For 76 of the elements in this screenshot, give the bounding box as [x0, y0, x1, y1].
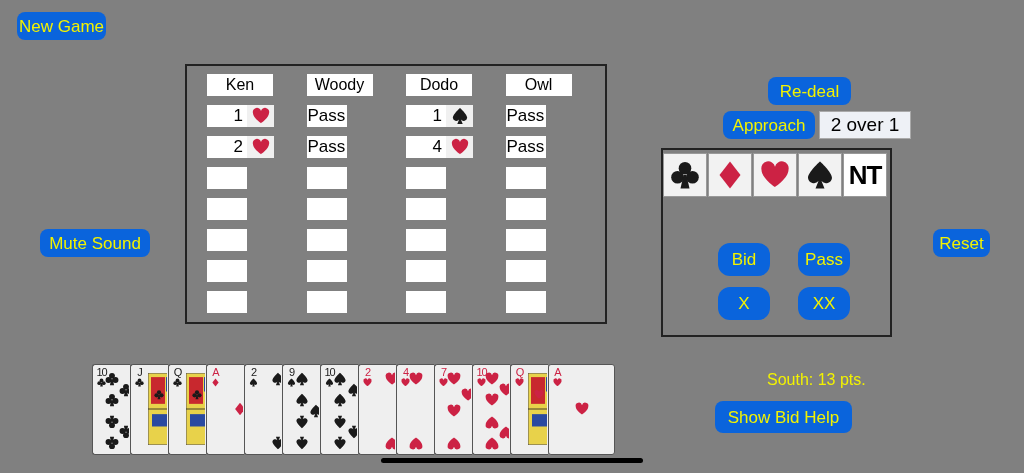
- card-rank: 9: [288, 366, 295, 378]
- heart-icon: [363, 378, 372, 387]
- spade-icon: [450, 107, 469, 125]
- bid-level: 1: [431, 105, 443, 127]
- call-button[interactable]: X: [718, 287, 770, 320]
- player-name: Ken: [207, 74, 273, 96]
- card-rank: 10: [476, 366, 487, 378]
- bid-level: 4: [431, 136, 443, 158]
- call-cell: Pass: [306, 136, 347, 158]
- heart-icon: [401, 378, 410, 387]
- heart-icon: [450, 138, 469, 156]
- notrump-button[interactable]: NT: [843, 153, 887, 197]
- mute-sound-button[interactable]: Mute Sound: [40, 229, 150, 257]
- face-card-art-drawing: [528, 373, 547, 445]
- card-pips-drawing: [575, 402, 589, 416]
- playing-card[interactable]: 2: [244, 364, 282, 455]
- diamond-icon: [211, 378, 220, 387]
- card-rank: A: [212, 366, 219, 378]
- player-name: Woody: [306, 74, 373, 96]
- call-button[interactable]: XX: [798, 287, 850, 320]
- club-icon: [173, 378, 182, 387]
- spade-icon: [249, 378, 258, 387]
- points-text: South: 13 pts.: [767, 370, 866, 390]
- playing-card[interactable]: 2: [358, 364, 396, 455]
- playing-card[interactable]: J: [130, 364, 168, 455]
- bid-level: 2: [232, 136, 244, 158]
- heart-icon: [251, 107, 270, 125]
- card-rank: 4: [402, 366, 409, 378]
- playing-card[interactable]: 10: [92, 364, 130, 455]
- card-rank: A: [554, 366, 561, 378]
- spade-icon: [805, 159, 835, 191]
- heart-icon: [515, 378, 524, 387]
- heart-icon: [553, 378, 562, 387]
- spade-icon: [287, 378, 296, 387]
- club-icon: [670, 159, 700, 191]
- playing-card[interactable]: 7: [434, 364, 472, 455]
- approach-field[interactable]: 2 over 1: [819, 111, 911, 139]
- playing-card[interactable]: A: [548, 364, 615, 455]
- call-cell: Pass: [306, 105, 347, 127]
- card-rank: 2: [364, 366, 371, 378]
- playing-card[interactable]: A: [206, 364, 244, 455]
- bid-help-button[interactable]: Show Bid Help: [715, 401, 852, 433]
- call-button[interactable]: Pass: [798, 243, 850, 276]
- playing-card[interactable]: 9: [282, 364, 320, 455]
- face-card-art-drawing: [148, 373, 167, 445]
- suit-button[interactable]: [798, 153, 842, 197]
- player-name: Owl: [505, 74, 572, 96]
- face-card-art-drawing: [186, 373, 205, 445]
- heart-icon: [251, 138, 270, 156]
- card-rank: 2: [250, 366, 257, 378]
- heart-icon: [439, 378, 448, 387]
- call-button[interactable]: Bid: [718, 243, 770, 276]
- call-cell: Pass: [505, 136, 546, 158]
- card-rank: Q: [173, 366, 182, 378]
- playing-card[interactable]: 4: [396, 364, 434, 455]
- approach-button[interactable]: Approach: [723, 111, 815, 139]
- bid-level: 1: [232, 105, 244, 127]
- card-rank: 10: [324, 366, 335, 378]
- redeal-button[interactable]: Re-deal: [768, 77, 851, 105]
- spade-icon: [325, 378, 334, 387]
- card-rank: 10: [96, 366, 107, 378]
- player-name: Dodo: [406, 74, 472, 96]
- club-icon: [135, 378, 144, 387]
- playing-card[interactable]: Q: [168, 364, 206, 455]
- suit-button[interactable]: [663, 153, 707, 197]
- card-rank: 7: [440, 366, 447, 378]
- club-icon: [97, 378, 106, 387]
- new-game-button[interactable]: New Game: [17, 12, 106, 40]
- playing-card[interactable]: 10: [320, 364, 358, 455]
- playing-card[interactable]: Q: [510, 364, 548, 455]
- playing-card[interactable]: 10: [472, 364, 510, 455]
- heart-icon: [477, 378, 486, 387]
- reset-button[interactable]: Reset: [933, 229, 990, 257]
- call-cell: Pass: [505, 105, 546, 127]
- card-rank: Q: [515, 366, 524, 378]
- card-rank: J: [137, 366, 142, 378]
